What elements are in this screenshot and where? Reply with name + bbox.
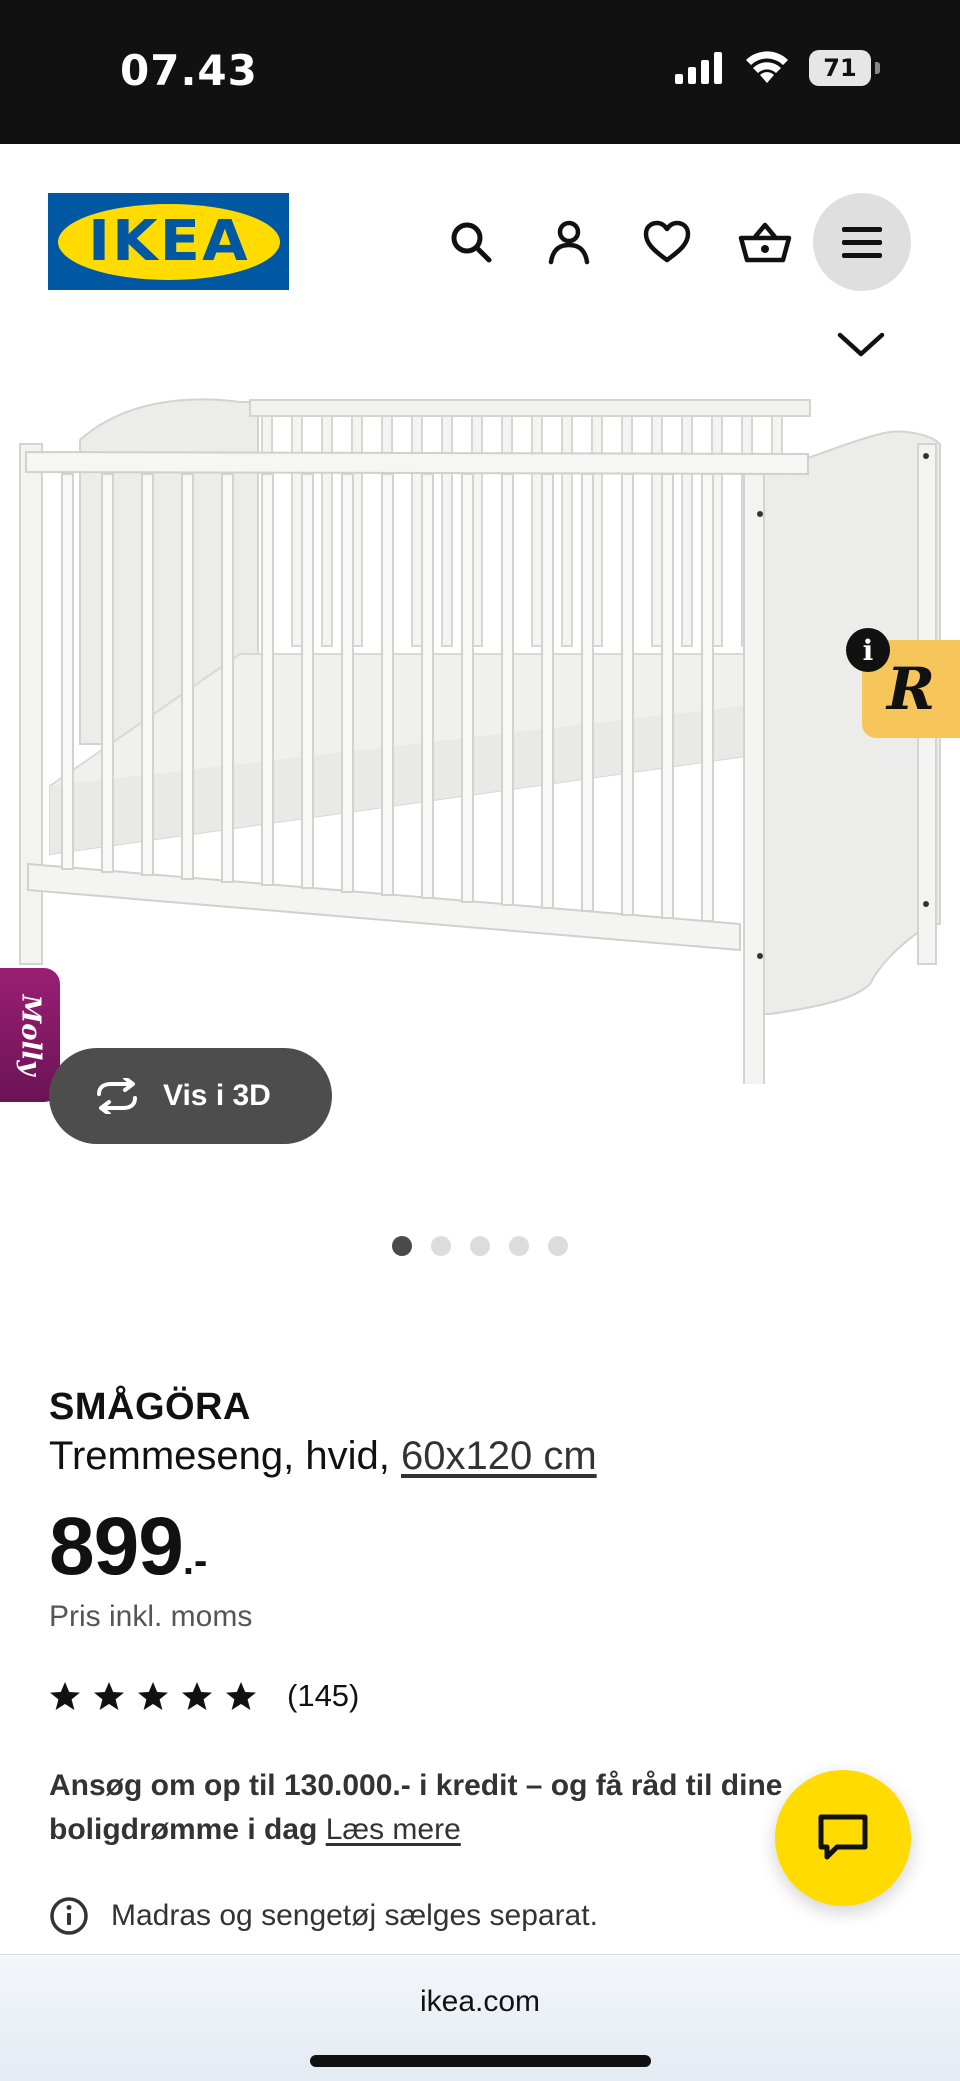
star-icon bbox=[182, 1681, 212, 1710]
star-icon bbox=[94, 1681, 124, 1710]
side-tab-label: Molly bbox=[15, 994, 46, 1076]
chat-icon bbox=[818, 1814, 868, 1860]
battery-tip bbox=[875, 62, 880, 74]
menu-icon bbox=[842, 227, 882, 258]
carousel-dot[interactable] bbox=[548, 1236, 568, 1256]
status-bar: 07.43 71 bbox=[0, 0, 960, 144]
carousel-dots bbox=[0, 1236, 960, 1256]
home-indicator[interactable] bbox=[310, 2055, 651, 2067]
chevron-down-icon[interactable] bbox=[836, 330, 886, 360]
product-type: Tremmeseng, hvid, bbox=[49, 1434, 390, 1478]
carousel-dot[interactable] bbox=[392, 1236, 412, 1256]
star-icon bbox=[226, 1681, 256, 1710]
carousel-dot[interactable] bbox=[509, 1236, 529, 1256]
search-icon bbox=[451, 222, 492, 263]
favourites-button[interactable] bbox=[637, 212, 697, 272]
view-3d-button[interactable]: Vis i 3D bbox=[49, 1048, 332, 1144]
star-icon bbox=[138, 1681, 168, 1710]
rotate-icon bbox=[97, 1078, 137, 1114]
battery-indicator: 71 bbox=[809, 50, 871, 86]
rating-count: (145) bbox=[287, 1678, 360, 1713]
info-circle-icon bbox=[50, 1897, 88, 1935]
account-button[interactable] bbox=[539, 212, 599, 272]
user-icon bbox=[548, 220, 590, 265]
read-more-link[interactable]: Læs mere bbox=[326, 1813, 461, 1846]
rating-stars bbox=[49, 1681, 257, 1712]
product-rating[interactable]: (145) bbox=[49, 1678, 359, 1714]
wifi-icon bbox=[746, 51, 788, 83]
product-description: Tremmeseng, hvid, 60x120 cm bbox=[49, 1434, 597, 1479]
url-text[interactable]: ikea.com bbox=[0, 1985, 960, 2019]
price-note: Pris inkl. moms bbox=[49, 1600, 253, 1633]
chat-button[interactable] bbox=[775, 1770, 911, 1906]
credit-offer: Ansøg om op til 130.000.- i kredit – og … bbox=[49, 1764, 809, 1852]
price-suffix: .- bbox=[182, 1539, 208, 1583]
logo-text: IKEA bbox=[87, 209, 250, 274]
carousel-dot[interactable] bbox=[470, 1236, 490, 1256]
product-image[interactable] bbox=[0, 324, 960, 1115]
carousel-dot[interactable] bbox=[431, 1236, 451, 1256]
view-3d-label: Vis i 3D bbox=[163, 1079, 271, 1112]
product-price: 899 .- bbox=[49, 1500, 207, 1594]
battery-level: 71 bbox=[823, 54, 857, 82]
ikea-logo[interactable]: IKEA bbox=[48, 193, 289, 290]
status-icons: 71 bbox=[675, 50, 880, 86]
menu-button[interactable] bbox=[813, 193, 911, 291]
notice-text: Madras og sengetøj sælges separat. bbox=[111, 1899, 598, 1932]
info-icon[interactable]: i bbox=[846, 628, 890, 672]
separate-sale-notice: Madras og sengetøj sælges separat. bbox=[49, 1896, 598, 1936]
product-name: SMÅGÖRA bbox=[49, 1386, 251, 1428]
logo-oval: IKEA bbox=[57, 203, 280, 280]
search-button[interactable] bbox=[441, 212, 501, 272]
crib-illustration bbox=[19, 398, 941, 1115]
site-header: IKEA bbox=[0, 144, 960, 324]
status-time: 07.43 bbox=[120, 46, 258, 95]
heart-icon bbox=[643, 220, 691, 263]
browser-address-bar[interactable]: ikea.com bbox=[0, 1954, 960, 2081]
price-amount: 899 bbox=[49, 1501, 184, 1592]
product-size-link[interactable]: 60x120 cm bbox=[401, 1434, 597, 1478]
basket-button[interactable] bbox=[735, 212, 795, 272]
star-icon bbox=[50, 1681, 80, 1710]
basket-icon bbox=[738, 222, 792, 263]
side-badge-letter: R bbox=[886, 655, 936, 723]
signal-icon bbox=[675, 52, 722, 84]
